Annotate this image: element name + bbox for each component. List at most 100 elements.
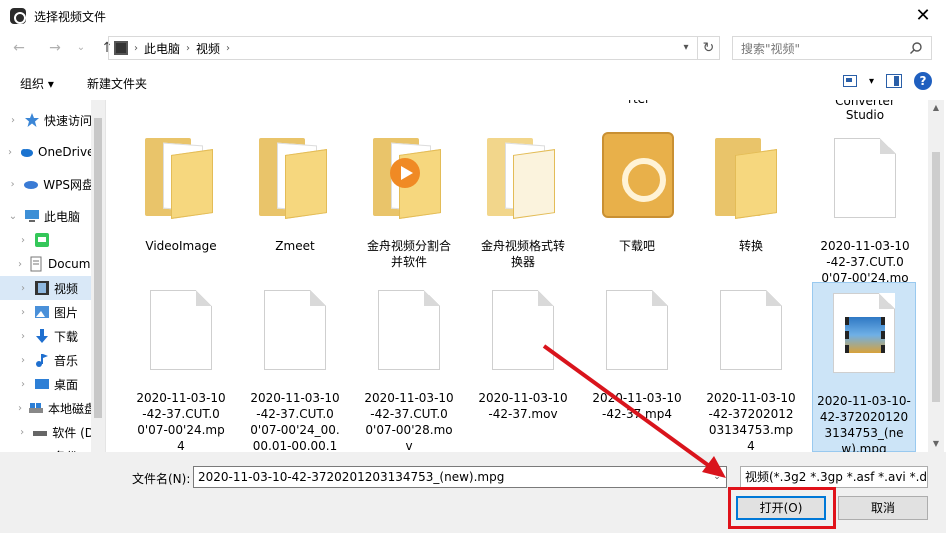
item-label: 2020-11-03-10-42-3720201203134753_(new).…: [817, 394, 911, 452]
filename-field[interactable]: 2020-11-03-10-42-3720201203134753_(new).…: [193, 466, 727, 488]
collapse-arrow-icon[interactable]: ⌄: [8, 211, 18, 222]
sidebar-item-label: 快速访问: [44, 113, 93, 128]
file-item[interactable]: 2020-11-03-10-42-37.mp4: [588, 280, 686, 450]
sidebar-item-backup[interactable]: ›备份: [0, 444, 94, 453]
new-folder-button[interactable]: 新建文件夹: [87, 75, 147, 92]
file-item[interactable]: 2020-11-03-10-42-37.CUT.00'07-00'24_00.0…: [246, 280, 344, 452]
forward-button[interactable]: →: [44, 37, 66, 59]
navigation-pane: › 快速访问 › OneDrive › WPS网盘 ⌄ 此电脑 › › Documents…: [0, 100, 106, 452]
address-bar[interactable]: › 此电脑 › 视频 › ▾: [108, 36, 698, 60]
preview-pane-icon[interactable]: [886, 74, 902, 88]
vertical-scrollbar[interactable]: ▲ ▼: [928, 100, 944, 452]
sidebar-item-videos[interactable]: › 视频: [0, 276, 94, 300]
breadcrumb-separator: ›: [134, 42, 138, 54]
breadcrumb-this-pc[interactable]: 此电脑: [144, 40, 180, 57]
app-icon: [35, 233, 49, 247]
sidebar-item-label: WPS网盘: [43, 177, 94, 192]
folder-item[interactable]: 金舟视频格式转换器: [474, 128, 572, 298]
address-dropdown-icon[interactable]: ▾: [677, 38, 695, 58]
expand-arrow-icon[interactable]: ›: [18, 307, 28, 318]
recent-locations-button[interactable]: ⌄: [70, 37, 92, 59]
view-options-icon[interactable]: [842, 75, 857, 87]
video-icon: [35, 281, 49, 295]
sidebar-item-label: OneDrive: [38, 145, 94, 159]
item-label: VideoImage: [145, 239, 217, 253]
expand-arrow-icon[interactable]: ›: [8, 179, 17, 190]
file-item[interactable]: 2020-11-03-10-42-37.mov: [474, 280, 572, 450]
help-icon[interactable]: ?: [914, 72, 932, 90]
sidebar-item-wps-cloud[interactable]: › WPS网盘: [0, 172, 94, 196]
sidebar-item-pictures[interactable]: › 图片: [0, 300, 94, 324]
app-icon: [10, 8, 26, 24]
sidebar-item-this-pc[interactable]: ⌄ 此电脑: [0, 204, 94, 228]
expand-arrow-icon[interactable]: ›: [18, 235, 28, 246]
file-item[interactable]: 2020-11-03-10-42-3720201203134753.mp4: [702, 280, 800, 452]
sidebar-item-local-disk[interactable]: › 本地磁盘: [0, 396, 94, 420]
expand-arrow-icon[interactable]: ›: [18, 379, 28, 390]
item-label: 2020-11-03-10-42-37.CUT.00'07-00'28.mov: [364, 391, 454, 452]
computer-icon: [25, 210, 39, 222]
file-icon: [720, 290, 782, 370]
title-bar: 选择视频文件 ✕: [0, 0, 946, 32]
sidebar-item-label: 视频: [54, 281, 79, 296]
search-placeholder: 搜索"视频": [741, 41, 801, 56]
scroll-down-icon[interactable]: ▼: [928, 436, 944, 452]
folder-item[interactable]: 下载吧: [588, 128, 686, 298]
player-icon: [390, 158, 420, 188]
scroll-thumb[interactable]: [932, 152, 940, 402]
folder-icon: [259, 138, 331, 219]
breadcrumb-separator: ›: [186, 42, 191, 54]
disk-icon: [29, 403, 43, 413]
filename-dropdown-icon[interactable]: ⌄: [710, 467, 724, 487]
expand-arrow-icon[interactable]: ›: [18, 355, 28, 366]
file-icon: [834, 138, 896, 218]
sidebar-item-label: Documents: [48, 257, 94, 271]
file-item-selected[interactable]: 2020-11-03-10-42-3720201203134753_(new).…: [812, 282, 916, 452]
sidebar-item-onedrive[interactable]: › OneDrive: [0, 140, 94, 164]
sidebar-item-label: 此电脑: [44, 209, 81, 224]
expand-arrow-icon[interactable]: ›: [8, 115, 18, 126]
back-button[interactable]: ←: [8, 37, 30, 59]
folder-item[interactable]: 转换: [702, 128, 800, 298]
sidebar-item-label: 软件 (D: [52, 425, 94, 440]
file-icon: [264, 290, 326, 370]
folder-item[interactable]: 金舟视频分割合并软件: [360, 128, 458, 298]
file-icon: [492, 290, 554, 370]
expand-arrow-icon[interactable]: ›: [18, 403, 22, 414]
breadcrumb-videos[interactable]: 视频: [196, 40, 220, 57]
item-label: 2020-11-03-10-42-37.CUT.00'07-00'24.mp4: [136, 391, 226, 452]
cancel-button[interactable]: 取消: [838, 496, 928, 520]
sidebar-scroll-thumb[interactable]: [94, 118, 102, 418]
scroll-up-icon[interactable]: ▲: [928, 100, 944, 116]
close-button[interactable]: ✕: [910, 4, 936, 28]
expand-arrow-icon[interactable]: ›: [18, 259, 22, 270]
organize-button[interactable]: 组织 ▾: [20, 75, 54, 92]
search-input[interactable]: 搜索"视频": [732, 36, 932, 60]
folder-item[interactable]: Zmeet: [246, 128, 344, 298]
sidebar-item-desktop[interactable]: › 桌面: [0, 372, 94, 396]
refresh-button[interactable]: ↻: [698, 36, 720, 60]
file-list[interactable]: rter Converter Studio VideoImage Zmeet 金…: [110, 100, 928, 452]
filetype-select[interactable]: 视频(*.3g2 *.3gp *.asf *.avi *.d: [740, 466, 928, 488]
filename-label: 文件名(N):: [132, 472, 191, 486]
folder-item[interactable]: VideoImage: [132, 128, 230, 298]
expand-arrow-icon[interactable]: ›: [8, 147, 12, 158]
sidebar-item-quick-access[interactable]: › 快速访问: [0, 108, 94, 132]
sidebar-item-documents[interactable]: › Documents: [0, 252, 94, 276]
video-folder-icon: [114, 41, 128, 55]
sidebar-item-app[interactable]: ›: [0, 228, 94, 252]
file-item[interactable]: 2020-11-03-10-42-37.CUT.00'07-00'24.mov: [816, 128, 914, 301]
baidu-folder-icon: [602, 132, 674, 218]
breadcrumb-separator: ›: [226, 42, 231, 54]
file-item[interactable]: 2020-11-03-10-42-37.CUT.00'07-00'24.mp4: [132, 280, 230, 452]
file-item[interactable]: 2020-11-03-10-42-37.CUT.00'07-00'28.mov: [360, 280, 458, 452]
expand-arrow-icon[interactable]: ›: [18, 427, 26, 438]
sidebar-scrollbar[interactable]: [91, 100, 105, 452]
sidebar-item-downloads[interactable]: › 下载: [0, 324, 94, 348]
view-dropdown-icon[interactable]: ▾: [869, 76, 874, 87]
expand-arrow-icon[interactable]: ›: [18, 331, 28, 342]
expand-arrow-icon[interactable]: ›: [18, 283, 28, 294]
sidebar-item-label: 本地磁盘: [48, 401, 94, 416]
sidebar-item-drive-d[interactable]: › 软件 (D: [0, 420, 94, 444]
sidebar-item-music[interactable]: › 音乐: [0, 348, 94, 372]
